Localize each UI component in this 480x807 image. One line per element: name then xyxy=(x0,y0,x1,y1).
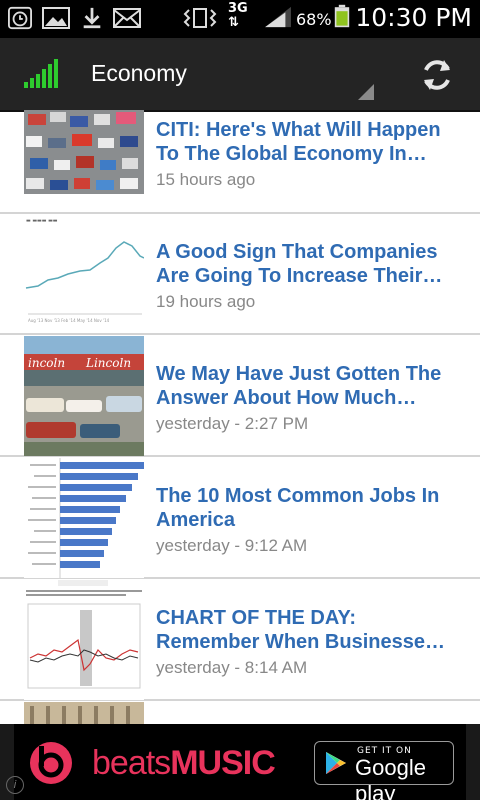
article-thumbnail xyxy=(24,110,144,194)
article-thumbnail: ▬ ▬▬▬ ▬▬ Aug '13 Nov '13 Feb '14 May '14… xyxy=(24,216,144,332)
gallery-icon xyxy=(42,7,70,29)
article-thumbnail xyxy=(24,702,144,724)
article-headline[interactable]: We May Have Just Gotten The Answer About… xyxy=(156,362,456,410)
ad-info-icon[interactable]: i xyxy=(6,776,24,794)
list-item[interactable]: CHART OF THE DAY: Remember When Business… xyxy=(0,580,480,701)
store-name: Google play xyxy=(355,755,426,806)
play-store-icon xyxy=(326,752,346,774)
list-item[interactable] xyxy=(0,702,480,724)
signal-icon xyxy=(265,6,291,28)
google-play-badge[interactable]: GET IT ON Google play xyxy=(314,741,454,806)
network-3g-icon: 3G ⇅ xyxy=(228,1,248,30)
action-bar: Economy xyxy=(0,38,480,112)
battery-icon xyxy=(334,4,350,28)
ad-content[interactable]: beatsMUSIC GET IT ON Google play xyxy=(14,724,466,806)
refresh-icon[interactable] xyxy=(418,56,456,94)
svg-text:Lincoln: Lincoln xyxy=(85,356,131,370)
svg-text:Aug '13 Nov '13 Feb '14: Aug '13 Nov '13 Feb '14 May '14 Nov '14 xyxy=(28,318,110,323)
clock: 10:30 PM xyxy=(355,3,472,32)
download-icon xyxy=(83,7,101,29)
article-timestamp: 19 hours ago xyxy=(156,292,256,311)
beats-logo-icon xyxy=(30,742,72,784)
vibrate-icon xyxy=(183,8,217,28)
ad-brand: beatsMUSIC xyxy=(92,744,276,782)
article-timestamp: yesterday - 9:12 AM xyxy=(156,536,308,555)
article-timestamp: yesterday - 8:14 AM xyxy=(156,658,308,677)
article-thumbnail: incoln Lincoln xyxy=(24,336,144,456)
article-headline[interactable]: A Good Sign That Companies Are Going To … xyxy=(156,240,456,288)
dropdown-triangle-icon[interactable] xyxy=(356,82,376,102)
list-item[interactable]: ▬ ▬▬▬ ▬▬ Aug '13 Nov '13 Feb '14 May '14… xyxy=(0,214,480,335)
alarm-icon xyxy=(8,6,32,30)
section-title[interactable]: Economy xyxy=(91,60,187,87)
article-timestamp: yesterday - 2:27 PM xyxy=(156,414,309,433)
article-headline[interactable]: The 10 Most Common Jobs In America xyxy=(156,484,456,532)
mail-icon xyxy=(113,8,141,28)
list-item[interactable]: The 10 Most Common Jobs In America yeste… xyxy=(0,458,480,579)
article-thumbnail xyxy=(24,580,144,700)
battery-percent: 68% xyxy=(296,10,332,29)
svg-text:incoln: incoln xyxy=(28,356,65,370)
status-bar: 3G ⇅ 68% 10:30 PM xyxy=(0,0,480,38)
article-headline[interactable]: CHART OF THE DAY: Remember When Business… xyxy=(156,606,456,654)
article-headline[interactable]: CITI: Here's What Will Happen To The Glo… xyxy=(156,118,456,166)
svg-text:▬ ▬▬▬ ▬▬: ▬ ▬▬▬ ▬▬ xyxy=(26,218,58,224)
signal-bars-logo-icon[interactable] xyxy=(22,56,62,90)
list-item[interactable]: incoln Lincoln We May Have Just Gotten T… xyxy=(0,336,480,457)
ad-banner[interactable]: beatsMUSIC GET IT ON Google play xyxy=(0,724,480,806)
article-timestamp: 15 hours ago xyxy=(156,170,256,189)
article-list[interactable]: CITI: Here's What Will Happen To The Glo… xyxy=(0,110,480,724)
list-item[interactable]: CITI: Here's What Will Happen To The Glo… xyxy=(0,110,480,214)
article-thumbnail xyxy=(24,458,144,578)
